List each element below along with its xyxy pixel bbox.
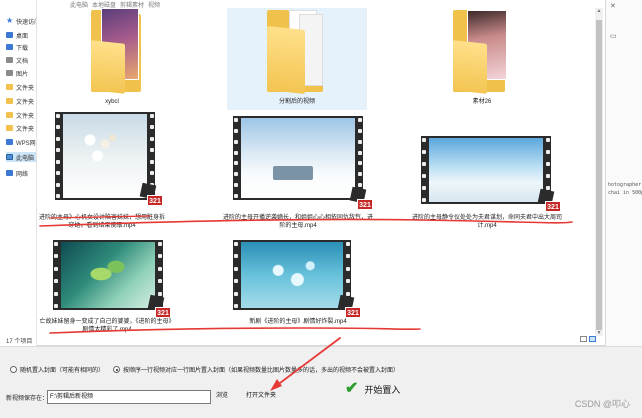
breadcrumb[interactable]: 此电脑 本地磁盘 剪辑素材 视频 — [70, 0, 160, 8]
nav-item-network[interactable]: 网络 — [6, 168, 36, 178]
folder-icon — [6, 112, 13, 118]
file-name: 分割后的视频 — [278, 99, 315, 105]
video-player-badge-icon: 321 — [337, 294, 361, 318]
status-item-count: 17 个项目 — [6, 339, 33, 345]
file-name: xybcl — [105, 99, 119, 105]
file-tile-video[interactable]: 321 进阶的主母开播逆袭嫡长，和姐姐心心相依同仇敌忾，进阶的主母.mp4 — [223, 112, 373, 232]
folder-icon — [6, 125, 13, 131]
radio-random-cover[interactable]: 随机置入封面（可能有相同的） — [10, 365, 104, 374]
file-name: 进阶的主母静令仪处处为夫君谋划，命同夫君中出大周司计.mp4 — [411, 215, 562, 229]
file-tile-folder[interactable]: xybcl — [57, 8, 167, 110]
radio-sequential-cover[interactable]: 按顺序一行视频对应一行图片置入封面（如果视频数量比图片数量多的话，多出的视频不会… — [113, 365, 399, 374]
folder-thumbnail — [447, 8, 511, 94]
vertical-scrollbar[interactable]: ▲ ▼ — [595, 8, 603, 336]
file-tile-folder[interactable]: 分割后的视频 — [227, 8, 367, 110]
breadcrumb-item[interactable]: 此电脑 — [70, 0, 88, 8]
save-path-input[interactable]: F:\剪辑后新视频 — [47, 390, 211, 404]
navigation-pane: ★快速访问 桌面 下载 文档 图片 文件夹 文件夹 文件夹 文件夹 WPS网盘 … — [0, 0, 37, 346]
breadcrumb-item[interactable]: 剪辑素材 — [120, 0, 144, 8]
video-player-badge-icon: 321 — [147, 294, 171, 318]
save-location-label: 新视频保存在： — [6, 396, 49, 402]
video-thumbnail — [55, 112, 155, 200]
nav-item-pictures[interactable]: 图片 — [6, 68, 36, 78]
nav-item-downloads[interactable]: 下载 — [6, 42, 36, 52]
nav-item-this-pc[interactable]: 此电脑 — [6, 152, 36, 162]
browse-button[interactable]: 浏览 — [214, 390, 230, 404]
open-folder-button[interactable]: 打开文件夹 — [242, 390, 280, 404]
watermark: CSDN @叩心 — [574, 399, 630, 409]
file-tile-video[interactable]: 321 新剧《进阶的主母》剧情好炸裂.mp4 — [223, 240, 373, 336]
view-mode-switcher[interactable] — [580, 336, 596, 342]
scroll-up-arrow-icon[interactable]: ▲ — [596, 8, 602, 14]
file-tile-video[interactable]: 321 亡故妹妹留身一变成了自己的婆婆，《进阶的主母》剧情太精彩了.mp4 — [37, 240, 177, 336]
video-player-badge-icon: 321 — [349, 186, 373, 210]
pc-icon — [6, 154, 13, 160]
breadcrumb-item[interactable]: 视频 — [148, 0, 160, 8]
file-grid: xybcl 分割后的视频 素材26 321 进阶的主母》心机女设计陷害妹妹，想用… — [37, 8, 595, 336]
nav-item-folder[interactable]: 文件夹 — [6, 110, 36, 120]
radio-button[interactable] — [10, 366, 17, 373]
video-thumbnail — [233, 116, 363, 200]
file-name: 新剧《进阶的主母》剧情好炸裂.mp4 — [249, 319, 347, 325]
network-icon — [6, 170, 13, 176]
large-icons-view-icon[interactable] — [589, 336, 596, 342]
folder-icon — [6, 84, 13, 90]
radio-button[interactable] — [113, 366, 120, 373]
details-view-icon[interactable] — [580, 336, 587, 342]
video-player-badge-icon: 321 — [537, 188, 561, 212]
nav-item-desktop[interactable]: 桌面 — [6, 30, 36, 40]
file-name: 进阶的主母开播逆袭嫡长，和姐姐心心相依同仇敌忾，进阶的主母.mp4 — [223, 215, 374, 229]
file-name: 进阶的主母》心机女设计陷害妹妹，想用脏身拆穿她，看到结果傻眼.mp4 — [38, 215, 165, 229]
folder-thumbnail — [87, 8, 147, 94]
folder-thumbnail — [265, 8, 329, 94]
background-text: hotographer — [608, 182, 642, 188]
file-tile-video[interactable]: 321 进阶的主母静令仪处处为夫君谋划，命同夫君中出大周司计.mp4 — [407, 112, 567, 232]
nav-item-folder[interactable]: 文件夹 — [6, 123, 36, 133]
file-name: 素材26 — [472, 99, 492, 105]
breadcrumb-item[interactable]: 本地磁盘 — [92, 0, 116, 8]
nav-item-folder[interactable]: 文件夹 — [6, 96, 36, 106]
video-thumbnail — [421, 136, 551, 204]
cloud-icon — [6, 139, 13, 145]
start-insert-button[interactable]: ✔ 开始置入 — [345, 378, 411, 400]
nav-item-documents[interactable]: 文档 — [6, 55, 36, 65]
close-icon[interactable]: ✕ — [610, 2, 616, 10]
file-tile-folder[interactable]: 素材26 — [427, 8, 537, 110]
nav-item-wps-cloud[interactable]: WPS网盘 — [6, 137, 36, 147]
scroll-down-arrow-icon[interactable]: ▼ — [596, 330, 602, 336]
background-window: ✕ ▭ — [606, 0, 642, 346]
file-name: 亡故妹妹留身一变成了自己的婆婆，《进阶的主母》剧情太精彩了.mp4 — [39, 319, 175, 333]
folder-icon — [6, 98, 13, 104]
video-thumbnail — [53, 240, 163, 310]
download-icon — [6, 44, 13, 50]
nav-item-folder[interactable]: 文件夹 — [6, 82, 36, 92]
scrollbar-thumb[interactable] — [596, 20, 602, 330]
file-tile-video[interactable]: 321 进阶的主母》心机女设计陷害妹妹，想用脏身拆穿她，看到结果傻眼.mp4 — [37, 112, 167, 232]
video-thumbnail — [233, 240, 351, 310]
desktop-icon — [6, 32, 13, 38]
document-icon — [6, 57, 13, 63]
cover-insert-tool-panel: 随机置入封面（可能有相同的） 按顺序一行视频对应一行图片置入封面（如果视频数量比… — [0, 346, 642, 418]
checkmark-icon: ✔ — [345, 380, 359, 397]
star-icon: ★ — [6, 16, 14, 25]
video-player-badge-icon: 321 — [139, 182, 163, 206]
window-control-icon[interactable]: ▭ — [610, 32, 617, 40]
picture-icon — [6, 70, 13, 76]
background-text: chai in 500p — [608, 190, 642, 196]
file-explorer-window: 此电脑 本地磁盘 剪辑素材 视频 ★快速访问 桌面 下载 文档 图片 文件夹 文… — [0, 0, 606, 346]
nav-item-quick-access[interactable]: ★快速访问 — [6, 16, 36, 26]
